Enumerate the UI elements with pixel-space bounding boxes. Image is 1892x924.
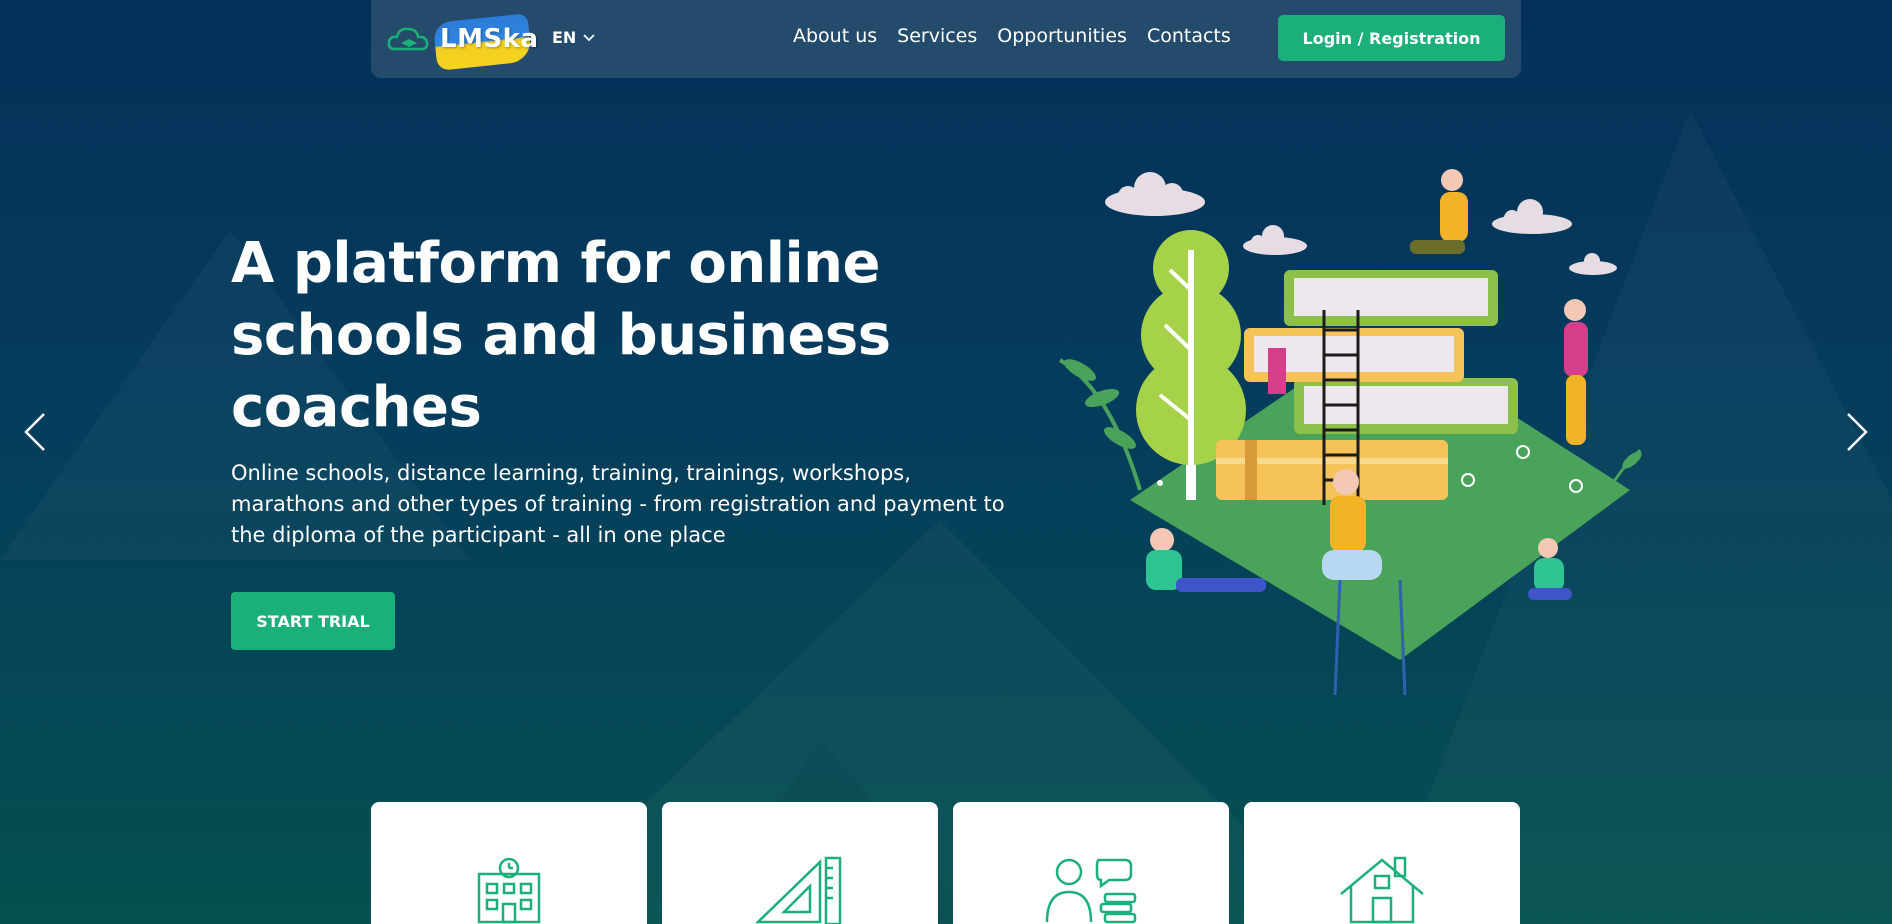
login-registration-button[interactable]: Login / Registration: [1278, 15, 1505, 61]
hero-title: A platform for online schools and busine…: [231, 231, 891, 440]
menu-item-about-us[interactable]: About us: [793, 25, 877, 47]
feature-card[interactable]: [953, 802, 1229, 924]
menu-item-opportunities[interactable]: Opportunities: [997, 25, 1127, 47]
feature-card[interactable]: [1244, 802, 1520, 924]
start-trial-button[interactable]: START TRIAL: [231, 592, 395, 650]
hero-illustration: [1058, 169, 1642, 696]
language-selector[interactable]: EN: [552, 28, 596, 47]
chevron-right-icon[interactable]: [1842, 410, 1872, 454]
menu-item-contacts[interactable]: Contacts: [1147, 25, 1231, 47]
hero-subtitle: Online schools, distance learning, train…: [231, 461, 1005, 547]
main-menu: About us Services Opportunities Contacts: [793, 25, 1231, 47]
house-icon: [1340, 856, 1424, 924]
cloud-logo-icon: [387, 27, 429, 51]
language-label: EN: [552, 28, 577, 47]
logo-text: LMSka: [440, 24, 539, 54]
feature-card[interactable]: [662, 802, 938, 924]
teacher-student-icon: [1045, 858, 1137, 924]
logo[interactable]: LMSka: [387, 13, 538, 71]
chevron-left-icon[interactable]: [20, 410, 50, 454]
ruler-triangle-icon: [754, 856, 842, 924]
feature-card[interactable]: [371, 802, 647, 924]
cloud-icon: [1105, 172, 1205, 216]
chevron-down-icon: [583, 33, 595, 41]
top-navigation: LMSka EN About us Services Opportunities…: [371, 0, 1521, 78]
school-building-icon: [477, 857, 541, 924]
menu-item-services[interactable]: Services: [897, 25, 977, 47]
